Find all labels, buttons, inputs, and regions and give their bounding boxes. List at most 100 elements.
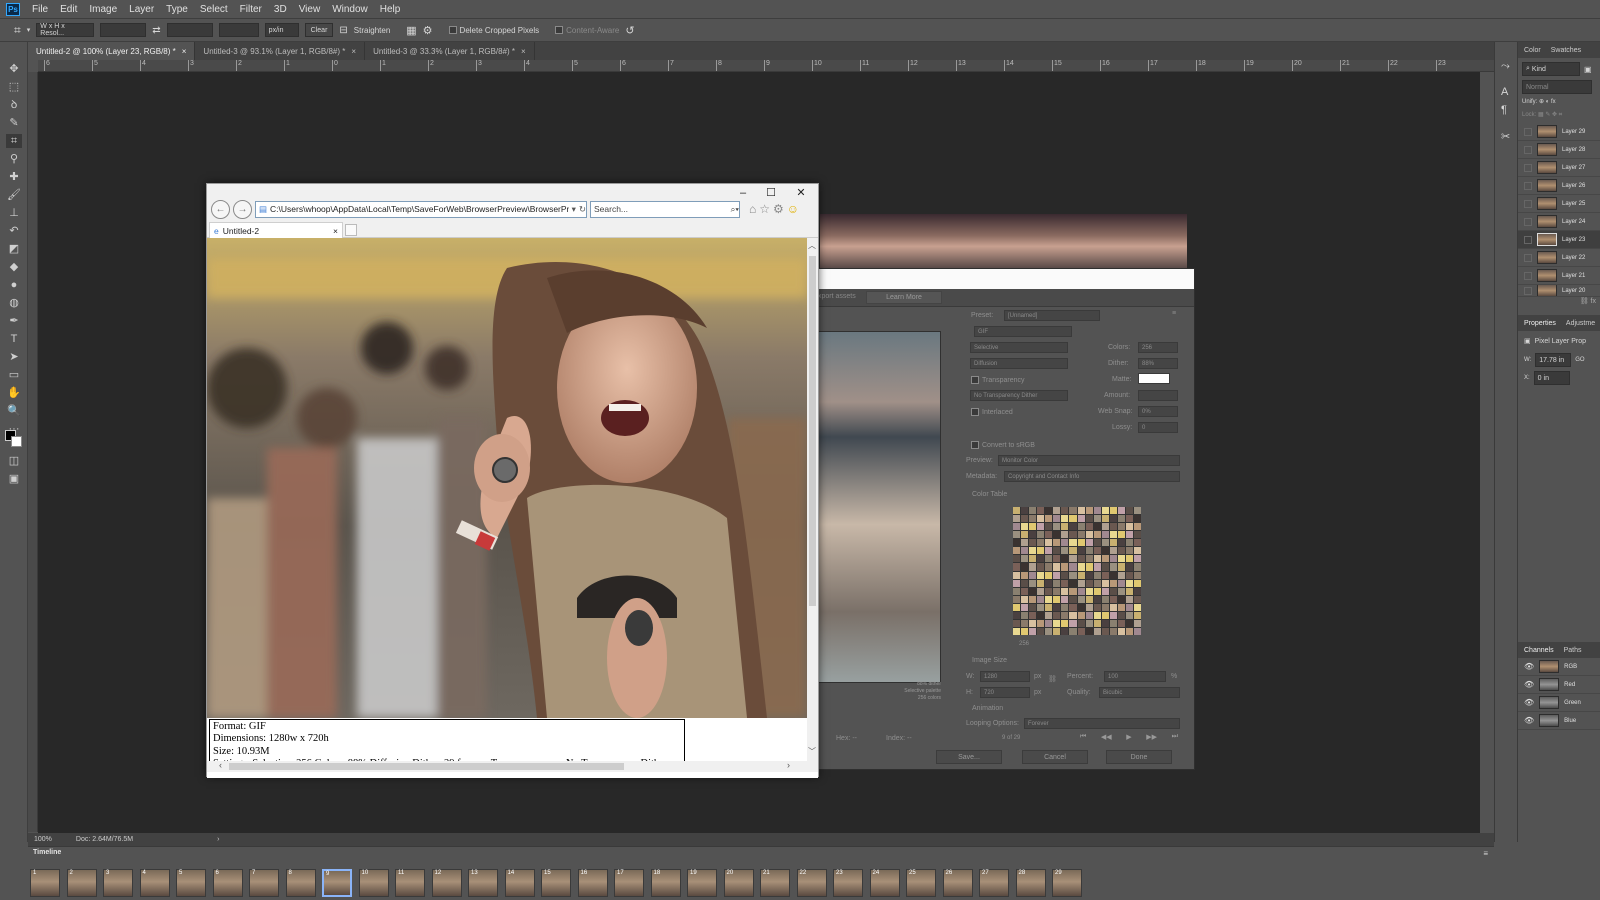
type-tool-icon[interactable]: T [6, 332, 22, 346]
menu-edit[interactable]: Edit [54, 4, 83, 15]
home-icon[interactable]: ⌂ [749, 202, 756, 216]
layer-footer-icons[interactable]: ⛓ fx [1518, 297, 1600, 311]
width-field[interactable] [100, 23, 147, 37]
timeline-frame[interactable]: 15 [541, 869, 571, 897]
timeline-frame[interactable]: 21 [760, 869, 790, 897]
tab-channels[interactable]: Channels [1524, 647, 1554, 654]
color-swatch[interactable] [1101, 547, 1109, 555]
color-swatch[interactable] [1077, 611, 1085, 619]
color-swatch[interactable] [1045, 523, 1053, 531]
color-swatch[interactable] [1085, 611, 1093, 619]
color-swatch[interactable] [1133, 523, 1141, 531]
color-swatch[interactable] [1037, 555, 1045, 563]
color-swatch[interactable] [1101, 563, 1109, 571]
color-swatch[interactable] [1021, 539, 1029, 547]
color-swatch[interactable] [1133, 555, 1141, 563]
color-swatch[interactable] [1029, 595, 1037, 603]
color-swatch[interactable] [1037, 507, 1045, 515]
color-swatch[interactable] [1109, 523, 1117, 531]
color-swatch[interactable] [1037, 563, 1045, 571]
color-swatch[interactable] [1077, 555, 1085, 563]
color-swatch[interactable] [1029, 515, 1037, 523]
color-swatch[interactable] [1021, 547, 1029, 555]
tab-paths[interactable]: Paths [1564, 647, 1582, 654]
color-swatch[interactable] [1093, 627, 1101, 635]
color-swatch[interactable] [1037, 547, 1045, 555]
amount-field[interactable] [1138, 390, 1178, 401]
horizontal-scrollbar[interactable]: ‹ › [207, 760, 818, 772]
color-swatch[interactable] [1101, 515, 1109, 523]
content-aware-checkbox[interactable]: Content-Aware [555, 26, 619, 35]
height-field[interactable] [166, 23, 213, 37]
visibility-toggle[interactable] [1524, 163, 1532, 172]
ratio-select[interactable]: W x H x Resol... [36, 23, 95, 37]
color-swatch[interactable] [1029, 507, 1037, 515]
done-button[interactable]: Done [1106, 750, 1172, 764]
straighten-button[interactable]: Straighten [354, 26, 390, 35]
color-swatch[interactable] [1069, 603, 1077, 611]
color-swatch[interactable] [1077, 531, 1085, 539]
color-swatch[interactable] [1021, 515, 1029, 523]
background-color-swatch[interactable] [11, 436, 22, 447]
visibility-toggle[interactable] [1524, 286, 1532, 295]
color-swatch[interactable] [1133, 531, 1141, 539]
checkbox-icon[interactable] [971, 408, 979, 416]
color-swatch[interactable] [1125, 539, 1133, 547]
color-swatch[interactable] [1085, 523, 1093, 531]
color-swatch[interactable] [1061, 523, 1069, 531]
color-swatch[interactable] [1101, 587, 1109, 595]
paragraph-icon[interactable]: ¶ [1501, 104, 1507, 116]
color-swatch[interactable] [1085, 579, 1093, 587]
color-swatch[interactable] [1077, 515, 1085, 523]
doc-tab-untitled-3-a[interactable]: Untitled-3 @ 93.1% (Layer 1, RGB/8#) * × [195, 42, 366, 60]
character-icon[interactable]: A [1501, 86, 1508, 98]
color-swatch[interactable] [1125, 627, 1133, 635]
color-swatch[interactable] [1029, 539, 1037, 547]
refresh-icon[interactable]: ↻ [579, 204, 586, 215]
color-swatch[interactable] [1093, 619, 1101, 627]
scroll-up-icon[interactable]: ︿ [808, 240, 816, 251]
eye-icon[interactable]: 👁 [1524, 680, 1534, 689]
quality-select[interactable]: Bicubic [1099, 687, 1180, 698]
paint-bucket-tool-icon[interactable]: ◆ [6, 260, 22, 274]
new-tab-button[interactable] [345, 224, 357, 236]
color-swatch[interactable] [1077, 571, 1085, 579]
color-swatch[interactable] [1093, 531, 1101, 539]
color-swatch[interactable] [1125, 555, 1133, 563]
color-swatch[interactable] [1029, 571, 1037, 579]
next-frame-icon[interactable]: ▶▶ [1146, 733, 1157, 743]
clear-button[interactable]: Clear [304, 23, 334, 37]
color-swatch[interactable] [1013, 523, 1021, 531]
color-swatch[interactable] [1117, 619, 1125, 627]
blend-mode-select[interactable]: Normal [1522, 80, 1592, 94]
timeline-frame[interactable]: 27 [979, 869, 1009, 897]
color-swatch[interactable] [1037, 611, 1045, 619]
color-swatch[interactable] [1029, 547, 1037, 555]
color-swatch[interactable] [1029, 523, 1037, 531]
timeline-frame[interactable]: 22 [796, 869, 827, 897]
color-swatch[interactable] [1125, 603, 1133, 611]
unit-select[interactable]: px/in [264, 23, 299, 37]
color-swatch[interactable] [1069, 515, 1077, 523]
timeline-frame[interactable]: 29 [1052, 869, 1082, 897]
color-swatch[interactable] [1013, 603, 1021, 611]
color-swatch[interactable] [1061, 539, 1069, 547]
tab-adjustments[interactable]: Adjustme [1566, 320, 1595, 327]
timeline-frame[interactable]: 1 [30, 869, 60, 897]
color-swatch[interactable] [1133, 547, 1141, 555]
color-swatch[interactable] [1061, 547, 1069, 555]
color-swatch[interactable] [1101, 555, 1109, 563]
color-swatch[interactable] [1021, 619, 1029, 627]
color-swatch[interactable] [1069, 587, 1077, 595]
color-swatch[interactable] [1045, 531, 1053, 539]
size-height-field[interactable]: 720 [980, 687, 1030, 698]
color-swatch[interactable] [1117, 595, 1125, 603]
last-frame-icon[interactable]: ⏭ [1172, 733, 1178, 743]
color-swatch[interactable] [1093, 571, 1101, 579]
scroll-thumb[interactable] [809, 256, 816, 606]
color-swatch[interactable] [1133, 515, 1141, 523]
timeline-frame[interactable]: 13 [468, 869, 498, 897]
timeline-frame[interactable]: 7 [249, 869, 279, 897]
kind-filter-select[interactable]: ⌕ Kind [1522, 62, 1580, 76]
color-swatch[interactable] [1013, 619, 1021, 627]
